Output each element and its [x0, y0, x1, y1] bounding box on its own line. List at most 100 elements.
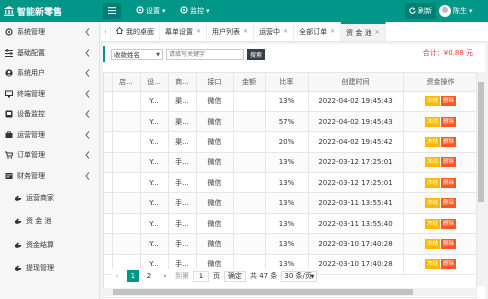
app-root: 智能新零售 设置 ▾ 监控 ▾ 刷新 陈生 ▾ 系统管理 基础配置 系统用户 终… — [0, 0, 488, 299]
sidebar-subitem[interactable]: 运营商家 — [0, 186, 99, 210]
close-icon[interactable]: ✕ — [375, 29, 380, 36]
monitor-menu[interactable]: 监控 ▾ — [180, 3, 210, 19]
delete-button[interactable]: 删除 — [441, 177, 457, 188]
table-row[interactable]: Y... 手... 微信 13% 2022-03-11 13:55:41 冻结 删除 — [104, 192, 476, 214]
scrollbar-thumb[interactable] — [478, 82, 484, 202]
cell-c1 — [112, 233, 141, 255]
delete-button[interactable]: 删除 — [441, 198, 457, 209]
vertical-scrollbar[interactable] — [477, 72, 485, 286]
hamburger-icon — [108, 6, 116, 16]
sidebar-item[interactable]: 基础配置 — [0, 43, 99, 64]
close-icon[interactable]: ✕ — [283, 28, 288, 35]
tab[interactable]: 运营中 ✕ — [254, 22, 295, 41]
close-icon[interactable]: ✕ — [196, 28, 201, 35]
cell-iface: 微信 — [196, 91, 234, 112]
sidebar-subitem[interactable]: 提现管理 — [0, 257, 99, 281]
table-row[interactable]: Y... 渠... 微信 13% 2022-04-02 19:45:43 冻结 删除 — [104, 91, 476, 112]
column-header: 比率 — [265, 73, 309, 92]
delete-button[interactable]: 删除 — [441, 259, 457, 270]
cell-c3: 手... — [168, 233, 197, 255]
refresh-label: 刷新 — [418, 7, 432, 15]
table-row[interactable]: Y... 渠... 微信 57% 2022-04-02 19:45:43 冻结 删除 — [104, 111, 476, 133]
tab[interactable]: 幕单设置 ✕ — [160, 22, 208, 41]
settings-menu[interactable]: 设置 ▾ — [136, 3, 166, 19]
delete-button[interactable]: 删除 — [441, 157, 457, 168]
sidebar-item[interactable]: 系统管理 — [0, 22, 99, 43]
chevron-left-icon — [85, 28, 91, 36]
sidebar-item[interactable]: 终端管理 — [0, 84, 99, 105]
column-header: 金额 — [233, 73, 266, 92]
search-input[interactable] — [166, 48, 244, 60]
sidebar: 系统管理基础配置系统用户 终端管理 设备监控 运营管理 订单管理 财务管理 运营商家资 金… — [0, 22, 100, 299]
sidebar-item[interactable]: 订单管理 — [0, 145, 99, 166]
freeze-button[interactable]: 冻结 — [424, 218, 440, 229]
sidebar-subitem[interactable]: 资金结算 — [0, 233, 99, 257]
delete-button[interactable]: 删除 — [441, 136, 457, 147]
table-header-row: 店... 设... 商... 接口 金额 比率 创建时间 资金操作 — [104, 73, 476, 92]
table-row[interactable]: Y... 手... 微信 13% 2022-03-10 17:40:28 冻结 删除 — [104, 233, 476, 255]
sidebar-item[interactable]: 运营管理 — [0, 125, 99, 146]
search-field-value: 收款姓名 — [114, 51, 140, 59]
goto-confirm-button[interactable]: 确定 — [224, 270, 246, 282]
finance-icon — [5, 172, 13, 180]
table-row[interactable]: Y... 手... 微信 13% 2022-03-12 17:25:01 冻结 删除 — [104, 172, 476, 194]
sidebar-subitem-label: 资 金 池 — [26, 217, 52, 226]
tab-scroll-left-button[interactable]: ‹ — [101, 22, 111, 41]
cell-c3: 手... — [168, 172, 197, 194]
tab[interactable]: 全部订单 ✕ — [294, 22, 342, 41]
freeze-button[interactable]: 冻结 — [424, 177, 440, 188]
delete-button[interactable]: 删除 — [441, 238, 457, 249]
cell-amount — [233, 152, 266, 174]
delete-button[interactable]: 删除 — [441, 218, 457, 229]
column-header: 店... — [112, 73, 141, 92]
sidebar-item[interactable]: 系统用户 — [0, 63, 99, 84]
refresh-button[interactable]: 刷新 — [405, 3, 436, 19]
tab[interactable]: 用户列表 ✕ — [207, 22, 255, 41]
page-button-2[interactable]: 2 — [143, 270, 155, 282]
delete-button[interactable]: 删除 — [441, 116, 457, 127]
page-size-select[interactable]: 30 条/页 ▼ — [281, 270, 318, 282]
freeze-button[interactable]: 冻结 — [424, 259, 440, 270]
sidebar-item[interactable]: 财务管理 — [0, 166, 99, 187]
cell-actions: 冻结 删除 — [403, 233, 476, 255]
search-button[interactable]: 搜索 — [247, 48, 266, 60]
chevron-left-icon — [85, 151, 91, 159]
monitor-icon — [5, 90, 13, 98]
next-page-button[interactable]: › — [159, 270, 171, 282]
freeze-button[interactable]: 冻结 — [424, 198, 440, 209]
sidebar-item-label: 基础配置 — [17, 48, 45, 57]
page-button-1[interactable]: 1 — [127, 270, 139, 282]
sidebar-subitem-label: 运营商家 — [26, 193, 54, 202]
delete-button[interactable]: 删除 — [441, 96, 457, 107]
total-label: 合计： — [422, 49, 444, 57]
table-row[interactable]: Y... 渠... 微信 20% 2022-04-02 19:45:42 冻结 删除 — [104, 131, 476, 153]
freeze-button[interactable]: 冻结 — [424, 116, 440, 127]
table-row[interactable]: Y... 手... 微信 13% 2022-03-12 17:25:01 冻结 删除 — [104, 152, 476, 174]
freeze-button[interactable]: 冻结 — [424, 238, 440, 249]
horizontal-scrollbar[interactable] — [103, 288, 477, 296]
cell-actions: 冻结 删除 — [403, 91, 476, 112]
column-header: 设... — [140, 73, 169, 92]
search-field-select[interactable]: 收款姓名 ▼ — [111, 48, 163, 60]
cell-ratio: 20% — [265, 131, 309, 153]
tab-label: 运营中 — [259, 27, 281, 36]
prev-page-button[interactable]: ‹ — [111, 270, 123, 282]
sidebar-item[interactable]: 设备监控 — [0, 104, 99, 125]
freeze-button[interactable]: 冻结 — [424, 96, 440, 107]
close-icon[interactable]: ✕ — [243, 28, 248, 35]
cell-ratio: 57% — [265, 111, 309, 133]
freeze-button[interactable]: 冻结 — [424, 157, 440, 168]
chevron-down-icon: ▼ — [310, 273, 315, 280]
table-row[interactable]: Y... 手... 微信 13% 2022-03-11 13:55:40 冻结 删除 — [104, 213, 476, 235]
cell-time: 2022-03-11 13:55:41 — [308, 192, 404, 214]
close-icon[interactable]: ✕ — [330, 28, 335, 35]
brand[interactable]: 智能新零售 — [4, 4, 62, 18]
menu-toggle-button[interactable] — [103, 3, 121, 19]
scrollbar-thumb[interactable] — [113, 289, 413, 295]
freeze-button[interactable]: 冻结 — [424, 136, 440, 147]
tab[interactable]: 我的桌面 — [111, 22, 160, 41]
sidebar-subitem[interactable]: 资 金 池 — [0, 210, 99, 234]
user-menu[interactable]: 陈生 ▾ — [439, 3, 473, 19]
page-number-input[interactable] — [193, 270, 209, 282]
tab[interactable]: 资 金 池 ✕ — [341, 22, 386, 41]
